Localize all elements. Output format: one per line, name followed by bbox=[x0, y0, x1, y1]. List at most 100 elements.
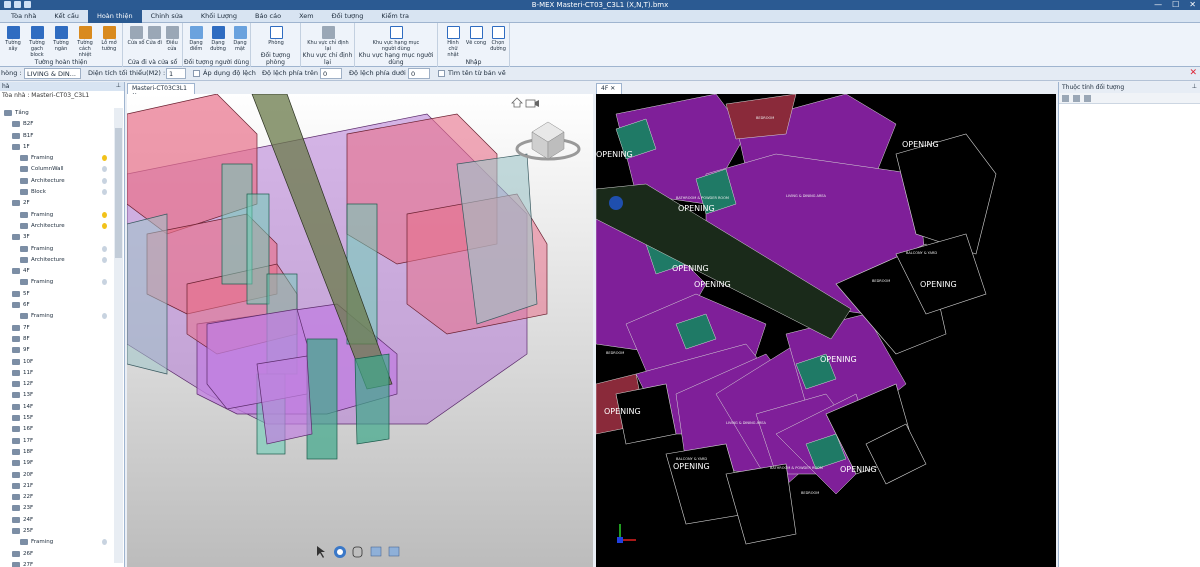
lightbulb-icon[interactable] bbox=[102, 245, 107, 252]
top-offset-input[interactable]: 0 bbox=[320, 68, 342, 79]
tab-xem[interactable]: Xem bbox=[290, 10, 323, 23]
min-area-input[interactable]: 1 bbox=[166, 68, 186, 79]
tab-kiem-tra[interactable]: Kiểm tra bbox=[372, 10, 418, 23]
reassign-area-button[interactable]: Khu vực chỉ định lại bbox=[307, 26, 349, 52]
block-wall-button[interactable]: Tường gạch block bbox=[26, 26, 48, 58]
minimize-button[interactable]: — bbox=[1154, 0, 1162, 9]
tree-node[interactable]: 9F bbox=[0, 345, 113, 356]
tab-toa-nha[interactable]: Tòa nhà bbox=[2, 10, 45, 23]
tree-node[interactable]: Architecture bbox=[0, 221, 113, 232]
tree-node[interactable]: 23F bbox=[0, 503, 113, 514]
user-item-area-button[interactable]: Khu vực hạng mục người dùng bbox=[365, 26, 427, 52]
tree-node[interactable]: 26F bbox=[0, 549, 113, 560]
orbit-icon[interactable] bbox=[334, 546, 346, 558]
tree-node[interactable]: 16F bbox=[0, 424, 113, 435]
close-button[interactable]: ✕ bbox=[1189, 0, 1196, 9]
tree-node[interactable]: Framing bbox=[0, 244, 113, 255]
tab-khoi-luong[interactable]: Khối Lượng bbox=[192, 10, 246, 23]
tree-node[interactable]: 1F bbox=[0, 142, 113, 153]
tree-node[interactable]: Block bbox=[0, 187, 113, 198]
wall-button[interactable]: Tường xây bbox=[2, 26, 24, 52]
tab-doi-tuong[interactable]: Đối tượng bbox=[323, 10, 373, 23]
tree-node[interactable]: 15F bbox=[0, 413, 113, 424]
lightbulb-icon[interactable] bbox=[102, 539, 107, 546]
tree-node[interactable]: Framing bbox=[0, 153, 113, 164]
lightbulb-icon[interactable] bbox=[102, 166, 107, 173]
tree-node[interactable]: Framing bbox=[0, 537, 113, 548]
tree-node[interactable]: Architecture bbox=[0, 255, 113, 266]
plan-viewport[interactable]: OPENING OPENING OPENING OPENING OPENING … bbox=[596, 94, 1056, 567]
tree-node[interactable]: 12F bbox=[0, 379, 113, 390]
surface-object-button[interactable]: Dạng mặt bbox=[229, 26, 251, 52]
tree-node[interactable]: 4F bbox=[0, 266, 113, 277]
lightbulb-icon[interactable] bbox=[102, 279, 107, 286]
sort-az-icon[interactable] bbox=[1073, 95, 1080, 102]
tree-node[interactable]: 18F bbox=[0, 447, 113, 458]
tree-node[interactable]: 3F bbox=[0, 232, 113, 243]
lightbulb-icon[interactable] bbox=[102, 211, 107, 218]
tree-node[interactable]: Framing bbox=[0, 277, 113, 288]
tree-node[interactable]: ColumnWall bbox=[0, 164, 113, 175]
tree-node[interactable]: B1F bbox=[0, 131, 113, 142]
tree-node[interactable]: Framing bbox=[0, 210, 113, 221]
tree-node[interactable]: 27F bbox=[0, 560, 113, 567]
lightbulb-icon[interactable] bbox=[102, 313, 107, 320]
pin-icon[interactable]: ⊥ bbox=[116, 82, 121, 89]
floor-plan-canvas[interactable]: OPENING OPENING OPENING OPENING OPENING … bbox=[596, 94, 1056, 567]
tree-node[interactable]: 10F bbox=[0, 357, 113, 368]
tab-bao-cao[interactable]: Báo cáo bbox=[246, 10, 290, 23]
tree-node[interactable]: 2F bbox=[0, 198, 113, 209]
rectangle-button[interactable]: Hình chữ nhật bbox=[442, 26, 464, 58]
tree-scrollbar[interactable] bbox=[114, 108, 123, 563]
tree-node[interactable]: 17F bbox=[0, 436, 113, 447]
tree-node[interactable]: 6F bbox=[0, 300, 113, 311]
tab-hoan-thien[interactable]: Hoàn thiện bbox=[87, 10, 142, 23]
lightbulb-icon[interactable] bbox=[102, 256, 107, 263]
lightbulb-icon[interactable] bbox=[102, 155, 107, 162]
lightbulb-icon[interactable] bbox=[102, 222, 107, 229]
categorized-icon[interactable] bbox=[1062, 95, 1069, 102]
tree-node[interactable]: 13F bbox=[0, 390, 113, 401]
lightbulb-icon[interactable] bbox=[102, 189, 107, 196]
lightbulb-icon[interactable] bbox=[102, 177, 107, 184]
room-select[interactable]: LIVING & DIN... bbox=[24, 68, 81, 79]
tree-node[interactable]: B2F bbox=[0, 119, 113, 130]
tree-node[interactable]: 11F bbox=[0, 368, 113, 379]
tree-node[interactable]: 8F bbox=[0, 334, 113, 345]
pick-line-button[interactable]: Chọn đường bbox=[487, 26, 509, 52]
door-edit-button[interactable]: Điều cửa bbox=[161, 26, 183, 52]
tree-node[interactable]: 21F bbox=[0, 481, 113, 492]
draw-arc-button[interactable]: Vẽ cong bbox=[465, 26, 487, 46]
tree-node[interactable]: 5F bbox=[0, 289, 113, 300]
3d-viewport[interactable] bbox=[127, 94, 593, 567]
apply-offset-checkbox[interactable] bbox=[193, 70, 200, 77]
room-button[interactable]: Phòng bbox=[265, 26, 287, 46]
wall-opening-button[interactable]: Lỗ mở tường bbox=[98, 26, 120, 52]
maximize-button[interactable]: ☐ bbox=[1172, 0, 1179, 9]
tree-node[interactable]: 20F bbox=[0, 470, 113, 481]
close-icon[interactable]: ✕ bbox=[610, 85, 615, 92]
tab-3d-view[interactable]: Masteri-CT03C3L1 ✕ bbox=[127, 83, 195, 99]
tree-node[interactable]: Framing bbox=[0, 311, 113, 322]
property-pages-icon[interactable] bbox=[1084, 95, 1091, 102]
partition-wall-button[interactable]: Tường ngăn bbox=[50, 26, 72, 52]
close-icon[interactable]: ✕ bbox=[1189, 68, 1197, 78]
tree-node[interactable]: 7F bbox=[0, 323, 113, 334]
tree-node[interactable]: Architecture bbox=[0, 176, 113, 187]
tree-node[interactable]: 24F bbox=[0, 515, 113, 526]
tab-plan-view[interactable]: 4F ✕ bbox=[596, 83, 622, 94]
tree-node[interactable]: 25F bbox=[0, 526, 113, 537]
bottom-offset-input[interactable]: 0 bbox=[408, 68, 430, 79]
3d-model-canvas[interactable] bbox=[127, 94, 593, 567]
scroll-thumb[interactable] bbox=[115, 128, 122, 258]
line-object-button[interactable]: Dạng đường bbox=[207, 26, 229, 52]
point-object-button[interactable]: Dạng điểm bbox=[185, 26, 207, 52]
zoom-window-icon[interactable] bbox=[370, 546, 382, 557]
tree-node[interactable]: 22F bbox=[0, 492, 113, 503]
tree-node[interactable]: Tầng bbox=[0, 108, 113, 119]
tree-node[interactable]: 19F bbox=[0, 458, 113, 469]
selection-marker[interactable] bbox=[609, 196, 623, 210]
find-name-checkbox[interactable] bbox=[438, 70, 445, 77]
tree-node[interactable]: 14F bbox=[0, 402, 113, 413]
pin-icon[interactable]: ⊥ bbox=[1192, 83, 1197, 90]
